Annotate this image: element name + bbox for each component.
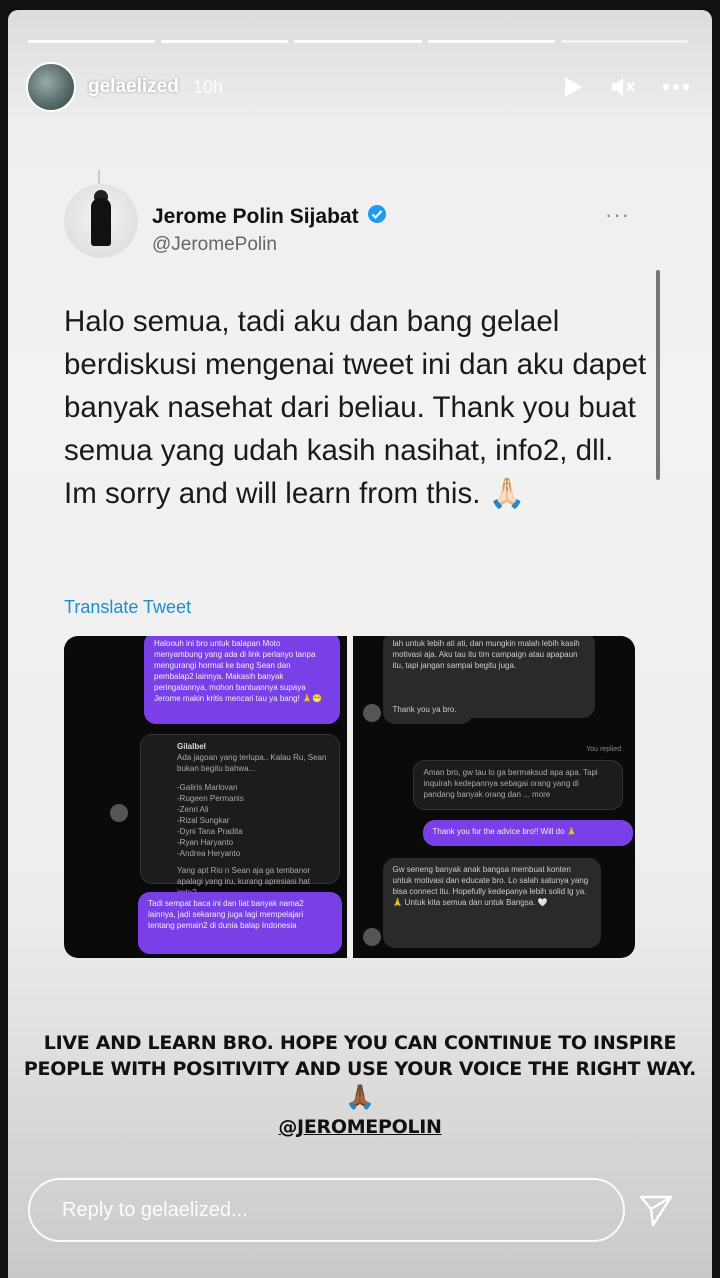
progress-segment	[294, 40, 422, 43]
story-progress-bar	[28, 40, 689, 43]
reply-bar[interactable]	[28, 1178, 625, 1242]
progress-segment	[427, 40, 555, 43]
play-icon[interactable]	[562, 75, 584, 99]
avatar	[110, 804, 128, 822]
avatar[interactable]	[26, 62, 76, 112]
story-caption: LIVE AND LEARN BRO. HOPE YOU CAN CONTINU…	[8, 1030, 712, 1140]
more-icon[interactable]	[662, 83, 690, 91]
chat-bubble: Thank you for the advice bro!! Will do 🙏	[422, 820, 633, 846]
story-container: gelaelized 10h Jerome Polin Sijabat @Jer…	[8, 10, 712, 1278]
chat-bubble: Gw seneng banyak anak bangsa membuat kon…	[382, 858, 601, 948]
chat-bubble: Tadi sempat baca ini dan liat banyak nam…	[138, 892, 342, 954]
media-screenshot-right[interactable]: lah untuk lebih ati ati, dan mungkin mal…	[352, 636, 635, 958]
caption-line-1: LIVE AND LEARN BRO. HOPE YOU CAN CONTINU…	[43, 1032, 677, 1054]
scrollbar[interactable]	[656, 270, 660, 480]
avatar	[362, 704, 381, 722]
tweet-text: Halo semua, tadi aku dan bang gelael ber…	[64, 305, 647, 510]
tweet-more-icon[interactable]: ···	[605, 202, 630, 228]
quoted-post: Gilalbel Ada jagoan yang terlupa.. Kalau…	[140, 734, 340, 897]
media-screenshot-left[interactable]: Haloouh ini bro untuk balapan Moto menya…	[64, 636, 347, 958]
caption-line-2: PEOPLE WITH POSITIVITY AND USE YOUR VOIC…	[23, 1058, 697, 1080]
verified-badge-icon	[367, 204, 387, 230]
avatar	[362, 928, 381, 946]
progress-segment	[560, 40, 689, 43]
story-username[interactable]: gelaelized	[88, 76, 179, 98]
quoted-list: -Galiris Marlovan -Rugeen Permanis -Zenr…	[177, 783, 244, 858]
chat-bubble: Aman bro, gw tau lo ga bermaksud apa apa…	[412, 760, 623, 810]
quoted-text: Ada jagoan yang terlupa.. Kalau Ru, Sean…	[177, 753, 327, 773]
pray-emoji: 🙏🏾	[345, 1083, 375, 1111]
translate-tweet-link[interactable]: Translate Tweet	[64, 597, 191, 618]
tweet-author-name-text: Jerome Polin Sijabat	[152, 205, 359, 228]
tweet-handle[interactable]: @JeromePolin	[152, 234, 277, 256]
tweet-media[interactable]: Haloouh ini bro untuk balapan Moto menya…	[64, 636, 635, 958]
reply-input[interactable]	[62, 1198, 623, 1222]
story-time: 10h	[192, 76, 223, 97]
story-header: gelaelized 10h	[26, 62, 690, 112]
mute-icon[interactable]	[610, 75, 636, 99]
quoted-user: Gilalbel	[177, 742, 206, 751]
send-icon[interactable]	[638, 1192, 674, 1233]
progress-segment	[161, 40, 289, 43]
chat-bubble: Thank you ya bro.	[382, 698, 473, 724]
thread-line	[98, 170, 100, 184]
chat-bubble: Haloouh ini bro untuk balapan Moto menya…	[144, 636, 340, 724]
tweet-avatar[interactable]	[64, 184, 138, 258]
tweet-author-name[interactable]: Jerome Polin Sijabat	[152, 204, 387, 230]
progress-segment	[28, 40, 156, 43]
mention-link[interactable]: @JEROMEPOLIN	[278, 1114, 442, 1140]
reply-label: You replied	[586, 746, 621, 753]
